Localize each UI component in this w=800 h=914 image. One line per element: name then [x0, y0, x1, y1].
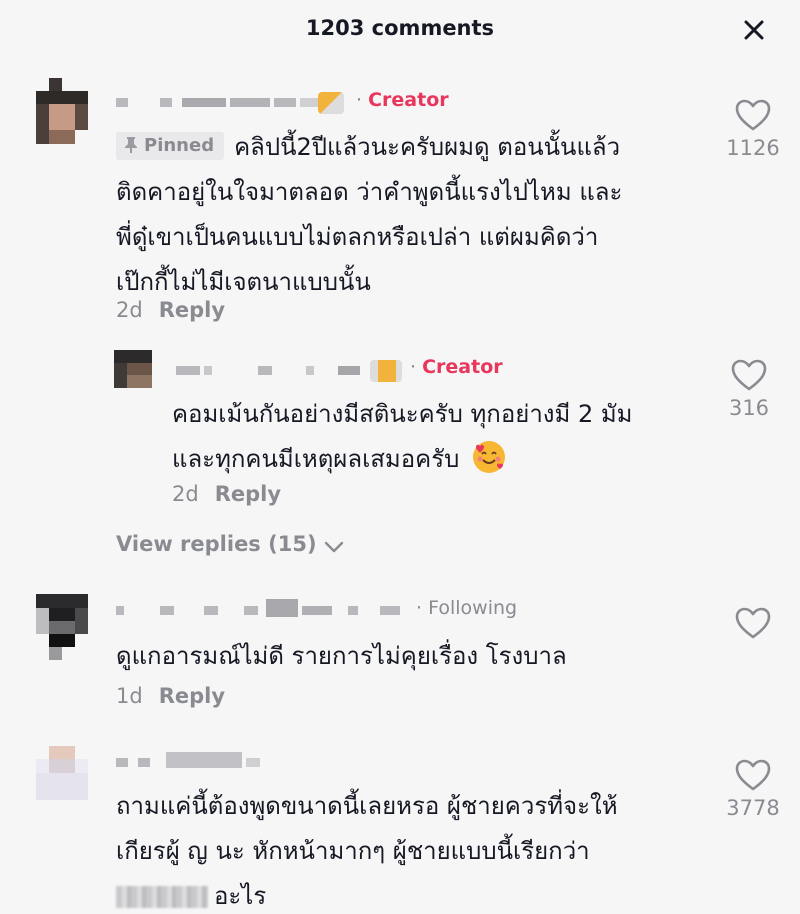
close-icon: [744, 20, 764, 40]
comment-age: 2d: [172, 482, 199, 506]
username-redacted[interactable]: [176, 356, 406, 382]
comments-count-title: 1203 comments: [305, 16, 495, 40]
avatar[interactable]: [36, 594, 88, 660]
username-redacted[interactable]: [116, 596, 416, 622]
comment-line: คอมเม้นกันอย่างมีสตินะครับ ทุกอย่างมี 2 …: [172, 400, 633, 428]
comment-line: เกียรผู้ ญ นะ หักหน้ามากๆ ผู้ชายแบบนี้เร…: [116, 837, 590, 865]
like-count: 1126: [726, 136, 780, 160]
reply-button[interactable]: Reply: [215, 482, 281, 506]
reply-button[interactable]: Reply: [159, 298, 225, 322]
following-tag: · Following: [416, 597, 518, 619]
comment-text: ถามแค่นี้ต้องพูดขนาดนี้เลยหรอ ผู้ชายควรท…: [116, 784, 716, 914]
comment-age: 1d: [116, 684, 143, 708]
like-button[interactable]: [718, 606, 788, 644]
redacted-word: [116, 886, 208, 908]
comment-line: และทุกคนมีเหตุผลเสมอครับ: [172, 437, 712, 482]
like-button[interactable]: 1126: [718, 98, 788, 160]
comment-line: พี่ดู๋เขาเป็นคนแบบไม่ตลกหรือเปล่า แต่ผมค…: [116, 223, 599, 251]
comment-text: คอมเม้นกันอย่างมีสตินะครับ ทุกอย่างมี 2 …: [172, 392, 712, 482]
like-button[interactable]: 3778: [718, 758, 788, 820]
comment-meta: 2d Reply: [116, 298, 225, 322]
like-button[interactable]: 316: [714, 358, 784, 420]
comment-line: ติดคาอยู่ในใจมาตลอด ว่าคำพูดนี้แรงไปไหม …: [116, 178, 623, 206]
heart-outline-icon: [735, 607, 771, 639]
like-count: 3778: [726, 796, 780, 820]
comment-meta: 2d Reply: [172, 482, 281, 506]
comment-text: ดูแกอารมณ์ไม่ดี รายการไม่คุยเรื่อง โรงบา…: [116, 634, 716, 679]
smiling-face-with-hearts-emoji: [472, 441, 505, 473]
chevron-down-icon: [324, 541, 343, 553]
comment-text: Pinned คลิปนี้2ปีแล้วนะครับผมดู ตอนนั้นแล…: [116, 125, 716, 305]
comment-line: ดูแกอารมณ์ไม่ดี รายการไม่คุยเรื่อง โรงบา…: [116, 642, 567, 670]
comment-meta: 1d Reply: [116, 684, 225, 708]
creator-tag: · Creator: [410, 356, 503, 378]
comments-header: 1203 comments: [0, 0, 800, 62]
like-count: 316: [728, 396, 770, 420]
heart-outline-icon: [735, 759, 771, 791]
pin-icon: [125, 137, 137, 153]
heart-outline-icon: [735, 99, 771, 131]
avatar[interactable]: [36, 78, 88, 144]
comment-line: อะไร: [116, 874, 716, 914]
comment-line: Pinned คลิปนี้2ปีแล้วนะครับผมดู ตอนนั้นแล…: [116, 125, 716, 170]
reply-button[interactable]: Reply: [159, 684, 225, 708]
username-redacted[interactable]: [116, 88, 356, 114]
avatar[interactable]: [36, 746, 88, 800]
comment-line: ถามแค่นี้ต้องพูดขนาดนี้เลยหรอ ผู้ชายควรท…: [116, 792, 618, 820]
view-replies-label: View replies (15): [116, 532, 317, 556]
pinned-badge: Pinned: [116, 132, 225, 160]
username-redacted[interactable]: [116, 748, 266, 774]
close-button[interactable]: [738, 14, 770, 46]
creator-tag: · Creator: [356, 89, 449, 111]
avatar[interactable]: [114, 350, 152, 388]
comment-age: 2d: [116, 298, 143, 322]
view-replies-button[interactable]: View replies (15): [116, 532, 345, 556]
heart-outline-icon: [731, 359, 767, 391]
